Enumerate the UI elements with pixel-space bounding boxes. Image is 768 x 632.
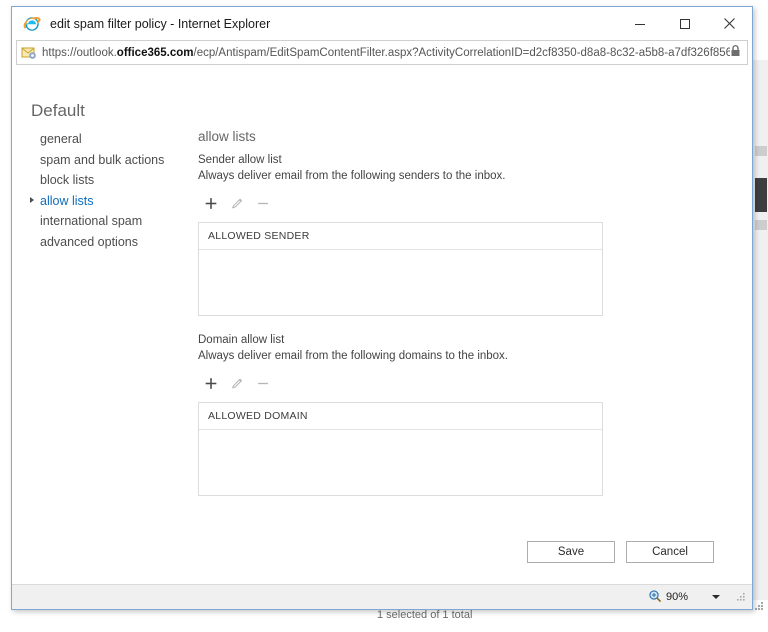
page-title: Default	[31, 101, 85, 121]
background-scrollbar-down-arrow[interactable]	[755, 220, 767, 230]
background-selection-status: 1 selected of 1 total	[377, 609, 473, 621]
sidebar-item-label: allow lists	[40, 193, 94, 208]
domain-allow-list-section: Domain allow list Always deliver email f…	[198, 333, 618, 496]
dialog-footer: Save Cancel	[527, 541, 714, 563]
close-icon	[724, 18, 735, 29]
domain-edit-button[interactable]	[224, 372, 250, 394]
sender-allow-list-label: Sender allow list	[198, 154, 282, 166]
lock-icon	[730, 44, 741, 62]
pencil-icon	[232, 198, 243, 208]
sidebar-item-label: spam and bulk actions	[40, 152, 165, 167]
sidebar-item-international-spam[interactable]: international spam	[30, 211, 190, 232]
window-controls	[617, 7, 752, 40]
pencil-icon	[232, 378, 243, 388]
sender-edit-button[interactable]	[224, 192, 250, 214]
selected-caret-icon	[30, 196, 34, 203]
allowed-sender-list-body[interactable]	[199, 250, 602, 316]
plus-icon	[205, 197, 217, 209]
sender-allow-list-description: Always deliver email from the following …	[198, 169, 506, 182]
sidebar-item-general[interactable]: general	[30, 129, 190, 150]
sidebar-item-label: general	[40, 132, 82, 146]
maximize-button[interactable]	[662, 7, 707, 40]
internet-explorer-logo-icon	[23, 15, 41, 33]
resize-grip-icon[interactable]	[736, 592, 746, 602]
close-button[interactable]	[707, 7, 752, 40]
internet-explorer-window: edit spam filter policy - Internet Explo…	[11, 6, 753, 610]
sender-remove-button[interactable]	[250, 192, 276, 214]
cancel-button[interactable]: Cancel	[626, 541, 714, 563]
page-content: Default general spam and bulk actions bl…	[12, 65, 752, 583]
sender-add-button[interactable]	[198, 192, 224, 214]
sidebar-item-spam-and-bulk-actions[interactable]: spam and bulk actions	[30, 150, 190, 171]
allowed-domain-column-header: ALLOWED DOMAIN	[199, 403, 602, 430]
minimize-button[interactable]	[617, 7, 662, 40]
settings-sidebar: general spam and bulk actions block list…	[30, 129, 190, 252]
plus-icon	[205, 377, 217, 389]
allowed-domain-list[interactable]: ALLOWED DOMAIN	[198, 402, 603, 496]
domain-allow-list-toolbar	[198, 371, 618, 395]
address-bar[interactable]: https://outlook.office365.com/ecp/Antisp…	[16, 40, 748, 65]
sidebar-item-label: international spam	[40, 214, 143, 228]
save-button[interactable]: Save	[527, 541, 615, 563]
allow-lists-pane: allow lists Sender allow list Always del…	[198, 129, 618, 496]
title-bar[interactable]: edit spam filter policy - Internet Explo…	[12, 7, 752, 40]
allowed-sender-column-header: ALLOWED SENDER	[199, 223, 602, 250]
sender-allow-list-toolbar	[198, 191, 618, 215]
page-certificate-icon	[21, 45, 37, 61]
minus-icon	[258, 382, 268, 384]
sidebar-item-label: advanced options	[40, 234, 138, 249]
window-title: edit spam filter policy - Internet Explo…	[50, 16, 271, 31]
background-resize-grip-icon[interactable]	[753, 600, 765, 612]
background-scrollbar-up-arrow[interactable]	[755, 146, 767, 156]
section-title: allow lists	[198, 129, 256, 144]
sidebar-item-label: block lists	[40, 173, 95, 187]
domain-allow-list-label: Domain allow list	[198, 334, 285, 346]
domain-allow-list-description: Always deliver email from the following …	[198, 349, 509, 362]
chevron-down-icon[interactable]	[712, 595, 720, 599]
maximize-icon	[679, 18, 690, 29]
zoom-control[interactable]: 90%	[648, 589, 746, 606]
allowed-sender-list[interactable]: ALLOWED SENDER	[198, 222, 603, 316]
allowed-domain-list-body[interactable]	[199, 430, 602, 496]
zoom-level-label: 90%	[666, 591, 689, 603]
minus-icon	[258, 202, 268, 204]
background-scrollbar-track[interactable]	[752, 60, 768, 605]
sidebar-item-block-lists[interactable]: block lists	[30, 170, 190, 191]
zoom-magnifier-icon	[648, 589, 662, 606]
address-bar-url[interactable]: https://outlook.office365.com/ecp/Antisp…	[42, 45, 730, 61]
sidebar-item-allow-lists[interactable]: allow lists	[30, 191, 190, 212]
domain-add-button[interactable]	[198, 372, 224, 394]
domain-remove-button[interactable]	[250, 372, 276, 394]
background-scrollbar-thumb[interactable]	[755, 178, 767, 212]
status-bar: 90%	[12, 584, 752, 609]
minimize-icon	[634, 23, 645, 25]
sender-allow-list-section: Sender allow list Always deliver email f…	[198, 153, 618, 316]
sidebar-item-advanced-options[interactable]: advanced options	[30, 232, 190, 253]
